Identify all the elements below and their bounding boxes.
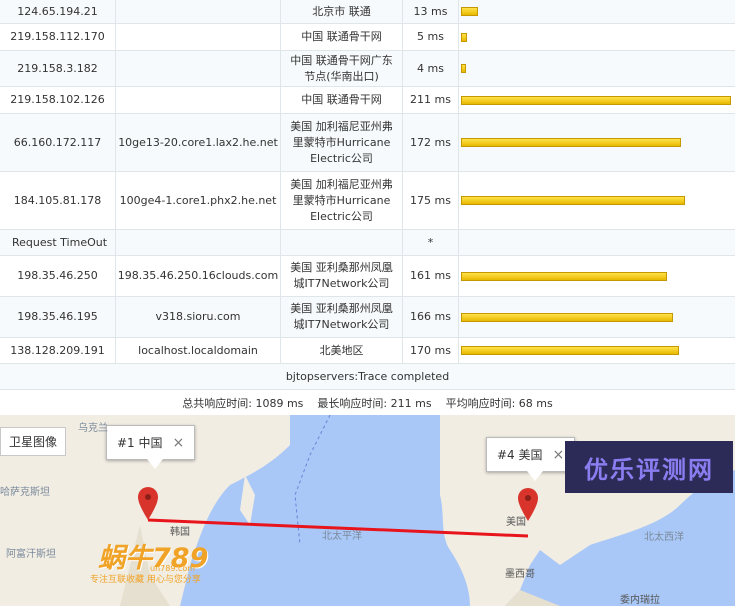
hop-ip: 138.128.209.191 bbox=[0, 338, 116, 363]
trace-row: 138.128.209.191 localhost.localdomain 北美地区… bbox=[0, 338, 735, 364]
hop-location: 美国 亚利桑那州凤凰城IT7Network公司 bbox=[281, 256, 403, 296]
trace-row: 219.158.3.182 中国 联通骨干网广东节点(华南出口) 4 ms bbox=[0, 51, 735, 87]
hop-latency: * bbox=[403, 230, 459, 255]
trace-row: 219.158.112.170 中国 联通骨干网 5 ms bbox=[0, 24, 735, 51]
max-time: 最长响应时间: 211 ms bbox=[317, 397, 432, 410]
satellite-view-button[interactable]: 卫星图像 bbox=[0, 427, 67, 456]
label-ukraine: 乌克兰 bbox=[78, 423, 108, 434]
hop-hostname bbox=[116, 51, 281, 86]
hop-latency: 5 ms bbox=[403, 24, 459, 50]
latency-bar bbox=[461, 7, 478, 16]
popup-china-label: #1 中国 bbox=[117, 436, 163, 450]
hop-latency: 175 ms bbox=[403, 172, 459, 229]
hop-latency-bar-cell bbox=[459, 0, 735, 23]
hop-ip: Request TimeOut bbox=[0, 230, 116, 255]
hop-latency-bar-cell bbox=[459, 230, 735, 255]
avg-time: 平均响应时间: 68 ms bbox=[445, 397, 553, 410]
close-icon[interactable]: × bbox=[173, 435, 185, 451]
hop-hostname: v318.sioru.com bbox=[116, 297, 281, 337]
hop-latency: 4 ms bbox=[403, 51, 459, 86]
hop-latency: 170 ms bbox=[403, 338, 459, 363]
latency-bar bbox=[461, 196, 685, 205]
hop-latency: 161 ms bbox=[403, 256, 459, 296]
hop-location bbox=[281, 230, 403, 255]
hop-hostname: 100ge4-1.core1.phx2.he.net bbox=[116, 172, 281, 229]
popup-china[interactable]: #1 中国 × bbox=[106, 425, 196, 469]
hop-hostname bbox=[116, 0, 281, 23]
latency-bar bbox=[461, 95, 731, 105]
hop-latency-bar-cell bbox=[459, 24, 735, 50]
latency-bar bbox=[461, 64, 466, 73]
trace-row: 198.35.46.195 v318.sioru.com 美国 亚利桑那州凤凰城IT… bbox=[0, 297, 735, 338]
label-mexico: 墨西哥 bbox=[505, 569, 535, 580]
hop-latency: 172 ms bbox=[403, 114, 459, 171]
hop-latency-bar-cell bbox=[459, 87, 735, 113]
hop-hostname: 198.35.46.250.16clouds.com bbox=[116, 256, 281, 296]
label-atlantic: 北太西洋 bbox=[644, 532, 684, 543]
trace-row: Request TimeOut * bbox=[0, 230, 735, 256]
hop-latency: 211 ms bbox=[403, 87, 459, 113]
hop-location: 北京市 联通 bbox=[281, 0, 403, 23]
hop-ip: 219.158.3.182 bbox=[0, 51, 116, 86]
hop-location: 美国 加利福尼亚州弗里蒙特市Hurricane Electric公司 bbox=[281, 172, 403, 229]
hop-hostname bbox=[116, 230, 281, 255]
latency-bar bbox=[461, 32, 467, 42]
popup-usa[interactable]: #4 美国 × bbox=[486, 437, 576, 481]
trace-status: bjtopservers:Trace completed bbox=[0, 364, 735, 390]
trace-row: 66.160.172.117 10ge13-20.core1.lax2.he.ne… bbox=[0, 114, 735, 172]
popup-usa-label: #4 美国 bbox=[497, 448, 543, 462]
hop-ip: 124.65.194.21 bbox=[0, 0, 116, 23]
label-afghanistan: 阿富汗斯坦 bbox=[6, 549, 56, 560]
label-pacific: 北太平洋 bbox=[322, 531, 362, 542]
hop-location: 中国 联通骨干网广东节点(华南出口) bbox=[281, 51, 403, 86]
hop-latency: 166 ms bbox=[403, 297, 459, 337]
hop-location: 中国 联通骨干网 bbox=[281, 24, 403, 50]
hop-latency-bar-cell bbox=[459, 114, 735, 171]
hop-hostname: localhost.localdomain bbox=[116, 338, 281, 363]
hop-ip: 219.158.102.126 bbox=[0, 87, 116, 113]
hop-ip: 198.35.46.250 bbox=[0, 256, 116, 296]
trace-row: 198.35.46.250 198.35.46.250.16clouds.com 美… bbox=[0, 256, 735, 297]
latency-bar bbox=[461, 138, 681, 147]
close-icon[interactable]: × bbox=[553, 447, 565, 463]
watermark-logo: 优乐评测网 bbox=[565, 441, 733, 493]
hop-latency-bar-cell bbox=[459, 256, 735, 296]
hop-latency-bar-cell bbox=[459, 338, 735, 363]
hop-location: 美国 亚利桑那州凤凰城IT7Network公司 bbox=[281, 297, 403, 337]
trace-row: 219.158.102.126 中国 联通骨干网 211 ms bbox=[0, 87, 735, 114]
hop-ip: 184.105.81.178 bbox=[0, 172, 116, 229]
hop-location: 中国 联通骨干网 bbox=[281, 87, 403, 113]
label-venezuela: 委内瑞拉 bbox=[620, 595, 660, 606]
total-time: 总共响应时间: 1089 ms bbox=[182, 397, 304, 410]
hop-hostname bbox=[116, 24, 281, 50]
latency-bar bbox=[461, 312, 673, 322]
hop-location: 美国 加利福尼亚州弗里蒙特市Hurricane Electric公司 bbox=[281, 114, 403, 171]
hop-location: 北美地区 bbox=[281, 338, 403, 363]
hop-latency: 13 ms bbox=[403, 0, 459, 23]
label-kazakhstan: 哈萨克斯坦 bbox=[0, 487, 50, 498]
hop-ip: 198.35.46.195 bbox=[0, 297, 116, 337]
hop-latency-bar-cell bbox=[459, 51, 735, 86]
trace-row: 184.105.81.178 100ge4-1.core1.phx2.he.net… bbox=[0, 172, 735, 230]
hop-latency-bar-cell bbox=[459, 172, 735, 229]
trace-row: 124.65.194.21 北京市 联通 13 ms bbox=[0, 0, 735, 24]
trace-summary: 总共响应时间: 1089 ms 最长响应时间: 211 ms 平均响应时间: 6… bbox=[0, 391, 735, 415]
latency-bar bbox=[461, 346, 679, 355]
latency-bar bbox=[461, 271, 667, 281]
hop-ip: 219.158.112.170 bbox=[0, 24, 116, 50]
hop-latency-bar-cell bbox=[459, 297, 735, 337]
hop-ip: 66.160.172.117 bbox=[0, 114, 116, 171]
hop-hostname: 10ge13-20.core1.lax2.he.net bbox=[116, 114, 281, 171]
site-logo-slogan: 专注互联收藏 用心与您分享 bbox=[90, 575, 201, 585]
hop-hostname bbox=[116, 87, 281, 113]
trace-table: 124.65.194.21 北京市 联通 13 ms 219.158.112.170 中… bbox=[0, 0, 735, 364]
label-usa: 美国 bbox=[506, 517, 526, 528]
